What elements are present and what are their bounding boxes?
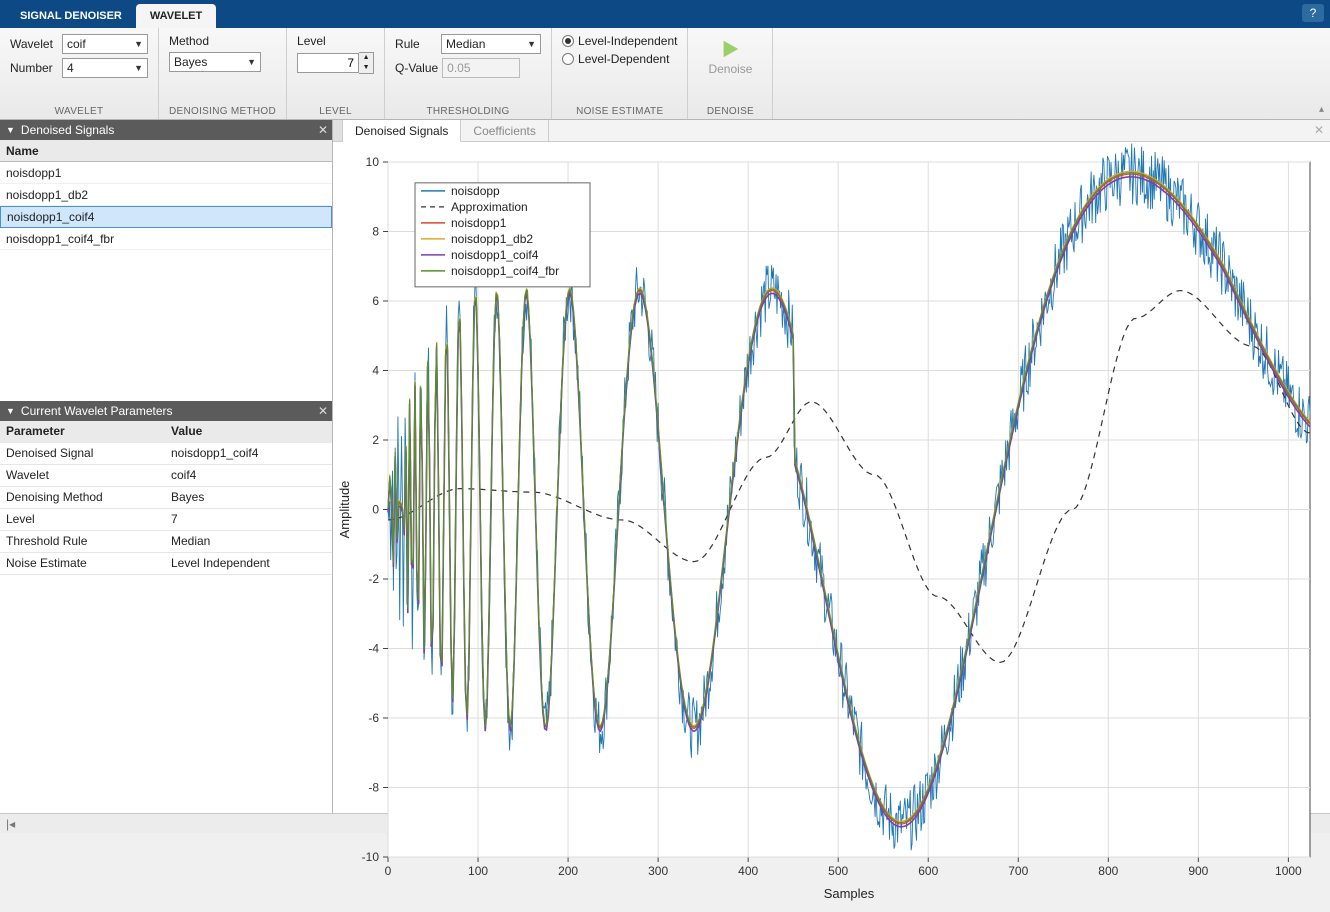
label-wavelet: Wavelet (10, 37, 58, 51)
radio-level-dependent[interactable]: Level-Dependent (562, 52, 677, 66)
panel-parameters-header[interactable]: ▼ Current Wavelet Parameters ✕ (0, 401, 332, 421)
svg-text:noisdopp1_coif4_fbr: noisdopp1_coif4_fbr (451, 264, 559, 278)
svg-text:500: 500 (828, 864, 848, 878)
table-row: Waveletcoif4 (0, 465, 332, 487)
dropdown-rule[interactable]: Median▼ (441, 34, 541, 54)
svg-text:0: 0 (385, 864, 392, 878)
tab-signal-denoiser[interactable]: SIGNAL DENOISER (6, 4, 136, 28)
list-column-header: Name (0, 140, 332, 162)
chevron-down-icon: ▼ (6, 125, 15, 135)
svg-text:600: 600 (918, 864, 938, 878)
svg-text:2: 2 (372, 433, 379, 447)
svg-text:-10: -10 (362, 850, 380, 864)
svg-text:-6: -6 (368, 711, 379, 725)
spinner-level[interactable]: ▲▼ (297, 52, 374, 74)
plot-tab-denoised[interactable]: Denoised Signals (343, 120, 461, 142)
svg-text:Approximation: Approximation (451, 200, 528, 214)
list-item[interactable]: noisdopp1_coif4 (0, 206, 332, 228)
svg-text:noisdopp1: noisdopp1 (451, 216, 507, 230)
svg-text:300: 300 (648, 864, 668, 878)
group-title-denoise: DENOISE (698, 104, 762, 117)
svg-text:4: 4 (372, 364, 379, 378)
restore-icon[interactable]: |◂ (6, 817, 15, 831)
label-level: Level (297, 34, 345, 48)
svg-text:1000: 1000 (1275, 864, 1302, 878)
svg-text:10: 10 (366, 155, 380, 169)
dropdown-method[interactable]: Bayes▼ (169, 52, 261, 72)
svg-text:0: 0 (372, 503, 379, 517)
denoise-button[interactable]: Denoise (698, 34, 762, 80)
group-title-threshold: THRESHOLDING (395, 104, 541, 117)
plot-tabstrip: Denoised Signals Coefficients ✕ (333, 120, 1330, 142)
svg-text:-8: -8 (368, 781, 379, 795)
parameters-table: Parameter Value Denoised Signalnoisdopp1… (0, 421, 332, 575)
gear-icon[interactable]: ✕ (318, 123, 328, 137)
table-row: Denoising MethodBayes (0, 487, 332, 509)
app-tabstrip: SIGNAL DENOISER WAVELET ? (0, 0, 1330, 28)
dropdown-number[interactable]: 4▼ (62, 58, 148, 78)
svg-text:6: 6 (372, 294, 379, 308)
chevron-down-icon: ▼ (6, 406, 15, 416)
svg-text:noisdopp1_db2: noisdopp1_db2 (451, 232, 533, 246)
level-input[interactable] (297, 53, 359, 73)
spin-up-icon[interactable]: ▲ (359, 53, 373, 63)
group-title-wavelet: WAVELET (10, 104, 148, 117)
group-title-noise: NOISE ESTIMATE (562, 104, 677, 117)
svg-text:noisdopp: noisdopp (451, 184, 500, 198)
label-method: Method (169, 34, 217, 48)
svg-text:100: 100 (468, 864, 488, 878)
toolstrip: Wavelet coif▼ Number 4▼ WAVELET Method B… (0, 28, 1330, 120)
tab-wavelet[interactable]: WAVELET (136, 4, 216, 28)
table-row: Denoised Signalnoisdopp1_coif4 (0, 443, 332, 465)
svg-text:-4: -4 (368, 642, 379, 656)
label-qvalue: Q-Value (395, 61, 438, 75)
label-number: Number (10, 61, 58, 75)
chevron-down-icon: ▼ (134, 63, 143, 73)
denoised-signal-list: noisdopp1noisdopp1_db2noisdopp1_coif4noi… (0, 162, 332, 401)
table-row: Level7 (0, 509, 332, 531)
svg-text:-2: -2 (368, 572, 379, 586)
radio-level-independent[interactable]: Level-Independent (562, 34, 677, 48)
gear-icon[interactable]: ✕ (318, 404, 328, 418)
svg-text:400: 400 (738, 864, 758, 878)
chevron-down-icon: ▼ (247, 57, 256, 67)
list-item[interactable]: noisdopp1_db2 (0, 184, 332, 206)
list-item[interactable]: noisdopp1 (0, 162, 332, 184)
table-row: Threshold RuleMedian (0, 531, 332, 553)
svg-text:8: 8 (372, 225, 379, 239)
label-rule: Rule (395, 37, 437, 51)
svg-text:200: 200 (558, 864, 578, 878)
plot-tab-coefficients[interactable]: Coefficients (461, 120, 548, 141)
chevron-down-icon: ▼ (134, 39, 143, 49)
radio-icon (562, 35, 574, 47)
qvalue-input (442, 58, 520, 78)
collapse-toolstrip-icon[interactable]: ▴ (1319, 104, 1324, 115)
gear-icon[interactable]: ✕ (1314, 123, 1324, 137)
svg-text:900: 900 (1188, 864, 1208, 878)
svg-text:noisdopp1_coif4: noisdopp1_coif4 (451, 248, 539, 262)
svg-text:800: 800 (1098, 864, 1118, 878)
dropdown-wavelet[interactable]: coif▼ (62, 34, 148, 54)
radio-icon (562, 53, 574, 65)
svg-text:700: 700 (1008, 864, 1028, 878)
group-title-method: DENOISING METHOD (169, 104, 276, 117)
list-item[interactable]: noisdopp1_coif4_fbr (0, 228, 332, 250)
plot-area[interactable]: 01002003004005006007008009001000-10-8-6-… (333, 142, 1330, 813)
chevron-down-icon: ▼ (527, 39, 536, 49)
play-icon (719, 38, 741, 60)
svg-text:Samples: Samples (824, 886, 875, 901)
table-row: Noise EstimateLevel Independent (0, 553, 332, 575)
spin-down-icon[interactable]: ▼ (359, 63, 373, 73)
svg-text:Amplitude: Amplitude (337, 481, 352, 539)
panel-denoised-signals-header[interactable]: ▼ Denoised Signals ✕ (0, 120, 332, 140)
help-icon[interactable]: ? (1302, 4, 1324, 22)
group-title-level: LEVEL (297, 104, 374, 117)
